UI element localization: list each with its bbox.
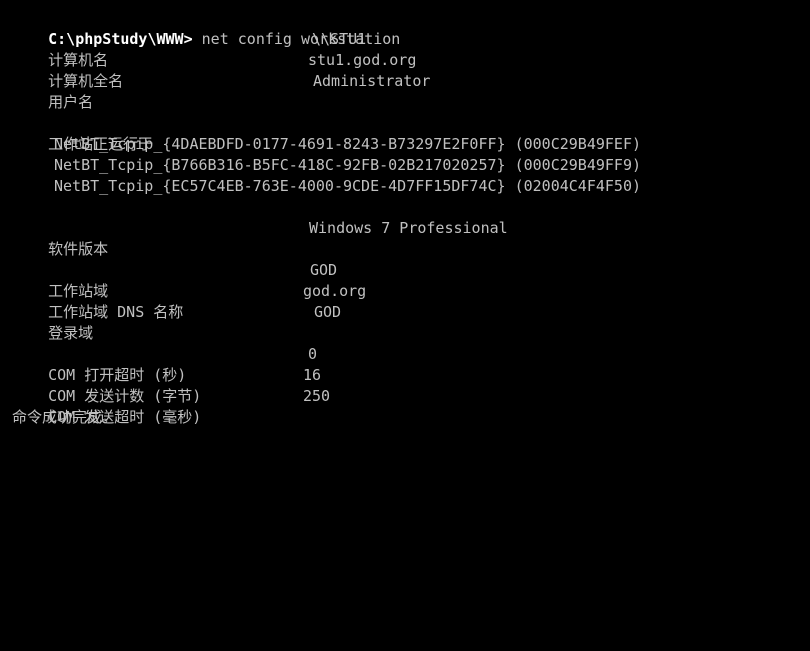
value-software-version: Windows 7 Professional (309, 219, 508, 237)
value-workstation-dns-name: god.org (303, 282, 367, 300)
adapter-line: NetBT_Tcpip_{EC57C4EB-763E-4000-9CDE-4D7… (54, 177, 641, 195)
label-user-name: 用户名 (48, 93, 94, 111)
row-com-send-count: COM 发送计数 (字节) 16 (12, 365, 321, 405)
row-software-version: 软件版本 Windows 7 Professional (12, 218, 508, 258)
value-com-send-timeout: 250 (303, 387, 331, 405)
row-logon-domain: 登录域 GOD (12, 302, 341, 342)
completion-message: 命令成功完成。 (12, 408, 118, 426)
command-prompt-console[interactable]: C:\phpStudy\WWW> net config workstation … (0, 0, 810, 433)
value-com-open-timeout: 0 (308, 345, 318, 363)
value-com-send-count: 16 (303, 366, 322, 384)
command-text: net config workstation (192, 30, 401, 48)
row-active-on: 工作站正运行于 (12, 113, 153, 153)
row-full-computer-name: 计算机全名 stu1.god.org (12, 50, 416, 90)
adapter-line: NetBT_Tcpip_{4DAEBDFD-0177-4691-8243-B73… (54, 135, 641, 153)
row-com-send-timeout: COM 发送超时 (毫秒) 250 (12, 386, 330, 426)
row-user-name: 用户名 Administrator (12, 71, 430, 111)
value-computer-name: \\STU1 (312, 30, 367, 48)
label-software-version: 软件版本 (48, 240, 109, 258)
row-computer-name: 计算机名 \\STU1 (12, 29, 366, 69)
row-workstation-domain: 工作站域 GOD (12, 260, 337, 300)
value-logon-domain: GOD (314, 303, 342, 321)
row-workstation-dns-name: 工作站域 DNS 名称 god.org (12, 281, 366, 321)
adapter-line: NetBT_Tcpip_{B766B316-B5FC-418C-92FB-02B… (54, 156, 641, 174)
label-logon-domain: 登录域 (48, 324, 94, 342)
value-full-computer-name: stu1.god.org (308, 51, 417, 69)
prompt-line: C:\phpStudy\WWW> net config workstation (12, 8, 400, 48)
value-user-name: Administrator (313, 72, 431, 90)
row-com-open-timeout: COM 打开超时 (秒) 0 (12, 344, 317, 384)
value-workstation-domain: GOD (310, 261, 338, 279)
